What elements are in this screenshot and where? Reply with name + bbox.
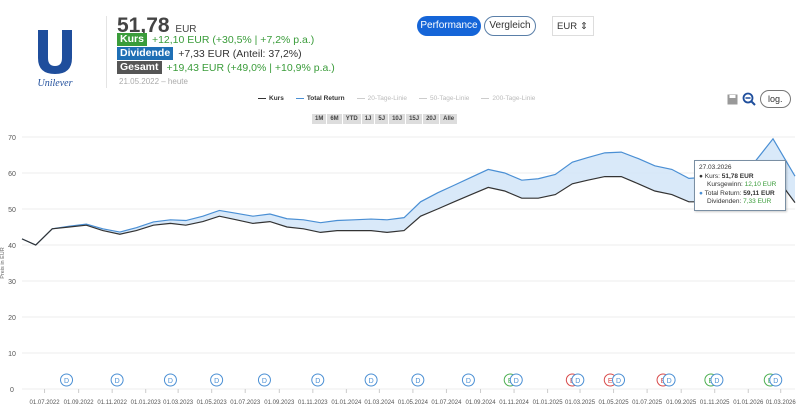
x-tick-label: 01.01.2024	[331, 400, 362, 406]
event-marker-label: D	[616, 378, 621, 385]
y-tick-label: 60	[8, 171, 16, 178]
x-tick-label: 01.09.2025	[666, 400, 697, 406]
x-tick-label: 01.09.2022	[64, 400, 95, 406]
x-tick-label: 01.07.2023	[230, 400, 261, 406]
event-marker-label: D	[514, 378, 519, 385]
event-marker-label: D	[466, 378, 471, 385]
event-marker-label: D	[115, 378, 120, 385]
x-tick-label: 01.09.2023	[264, 400, 295, 406]
x-tick-label: 01.01.2026	[733, 400, 764, 406]
y-tick-label: 70	[8, 135, 16, 142]
y-axis-label: Preis in EUR	[0, 247, 6, 279]
x-tick-label: 01.07.2025	[632, 400, 663, 406]
x-tick-label: 01.05.2023	[197, 400, 228, 406]
x-tick-label: 01.05.2025	[599, 400, 630, 406]
y-tick-label: 40	[8, 243, 16, 250]
x-tick-label: 01.03.2026	[766, 400, 797, 406]
y-tick-label: 50	[8, 207, 16, 214]
x-tick-label: 01.03.2024	[364, 400, 395, 406]
tooltip-date: 27.03.2026	[699, 164, 732, 171]
y-tick-label: 10	[8, 351, 16, 358]
event-marker-label: D	[415, 378, 420, 385]
x-tick-label: 01.01.2025	[533, 400, 564, 406]
x-tick-label: 01.05.2024	[398, 400, 429, 406]
x-tick-label: 01.09.2024	[466, 400, 497, 406]
tooltip-kurs: 51,78 EUR	[721, 172, 754, 180]
event-marker-label: D	[315, 378, 320, 385]
event-marker-label: D	[168, 378, 173, 385]
x-tick-label: 01.07.2022	[30, 400, 61, 406]
x-tick-label: 01.11.2022	[97, 400, 127, 406]
dividend-area	[22, 138, 795, 245]
y-tick-label: 0	[10, 387, 14, 394]
event-marker-label: D	[369, 378, 374, 385]
x-tick-label: 01.03.2023	[163, 400, 194, 406]
y-tick-label: 30	[8, 279, 16, 286]
y-tick-label: 20	[8, 315, 16, 322]
event-marker-label: D	[773, 378, 778, 385]
tooltip: 27.03.2026 ● Kurs: 51,78 EUR Kursgewinn:…	[694, 160, 786, 211]
event-marker-label: D	[714, 378, 719, 385]
tooltip-tr: 59,11 EUR	[743, 189, 775, 197]
event-marker-label: D	[667, 378, 672, 385]
tooltip-div: 7,33 EUR	[743, 198, 772, 205]
x-tick-label: 01.11.2023	[298, 400, 328, 406]
event-marker-label: D	[575, 378, 580, 385]
x-tick-label: 01.03.2025	[565, 400, 596, 406]
x-tick-label: 01.07.2024	[431, 400, 462, 406]
x-tick-label: 01.01.2023	[131, 400, 162, 406]
event-marker-label: D	[262, 378, 267, 385]
event-marker-label: D	[64, 378, 69, 385]
x-tick-label: 01.11.2024	[499, 400, 529, 406]
price-chart: 010203040506070Preis in EUR01.07.2022 01.…	[0, 135, 797, 406]
tooltip-gewinn: 12,10 EUR	[744, 181, 777, 188]
x-tick-label: 01.11.2025	[700, 400, 730, 406]
event-marker-label: D	[214, 378, 219, 385]
